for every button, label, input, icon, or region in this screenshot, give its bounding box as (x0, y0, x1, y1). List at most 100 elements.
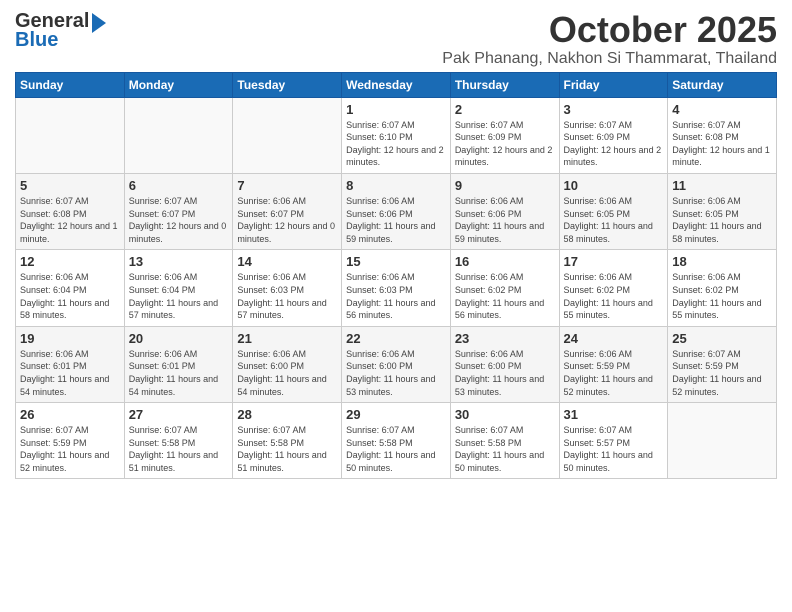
day-info: Sunrise: 6:07 AM Sunset: 5:59 PM Dayligh… (20, 424, 120, 474)
calendar-cell: 18Sunrise: 6:06 AM Sunset: 6:02 PM Dayli… (668, 250, 777, 326)
day-info: Sunrise: 6:06 AM Sunset: 6:01 PM Dayligh… (129, 348, 229, 398)
day-number: 31 (564, 407, 664, 422)
day-number: 17 (564, 254, 664, 269)
day-number: 9 (455, 178, 555, 193)
location-title: Pak Phanang, Nakhon Si Thammarat, Thaila… (442, 50, 777, 68)
day-info: Sunrise: 6:07 AM Sunset: 6:09 PM Dayligh… (564, 119, 664, 169)
calendar-week-5: 26 Sunrise: 6:07 AM Sunset: 5:59 PM Dayli… (16, 403, 777, 479)
day-info: Sunrise: 6:06 AM Sunset: 6:01 PM Dayligh… (20, 348, 120, 398)
day-info: Sunrise: 6:06 AM Sunset: 5:59 PM Dayligh… (564, 348, 664, 398)
calendar-cell: 21 Sunrise: 6:06 AM Sunset: 6:00 PM Dayli… (233, 326, 342, 402)
day-number: 20 (129, 331, 229, 346)
calendar-cell: 7Sunrise: 6:06 AM Sunset: 6:07 PM Daylig… (233, 173, 342, 249)
day-info: Sunrise: 6:06 AM Sunset: 6:00 PM Dayligh… (237, 348, 337, 398)
calendar-week-3: 12 Sunrise: 6:06 AM Sunset: 6:04 PM Dayli… (16, 250, 777, 326)
day-info: Sunrise: 6:06 AM Sunset: 6:02 PM Dayligh… (564, 271, 664, 321)
day-number: 29 (346, 407, 446, 422)
calendar-cell: 24 Sunrise: 6:06 AM Sunset: 5:59 PM Dayli… (559, 326, 668, 402)
logo-blue: Blue (15, 29, 58, 52)
calendar-cell: 13 Sunrise: 6:06 AM Sunset: 6:04 PM Dayli… (124, 250, 233, 326)
calendar-cell (233, 97, 342, 173)
day-info: Sunrise: 6:06 AM Sunset: 6:04 PM Dayligh… (129, 271, 229, 321)
day-number: 13 (129, 254, 229, 269)
day-info: Sunrise: 6:06 AM Sunset: 6:06 PM Dayligh… (346, 195, 446, 245)
month-title: October 2025 (442, 10, 777, 50)
calendar-cell (16, 97, 125, 173)
calendar-cell: 27 Sunrise: 6:07 AM Sunset: 5:58 PM Dayli… (124, 403, 233, 479)
day-number: 14 (237, 254, 337, 269)
calendar-cell: 31 Sunrise: 6:07 AM Sunset: 5:57 PM Dayli… (559, 403, 668, 479)
day-number: 4 (672, 102, 772, 117)
day-number: 21 (237, 331, 337, 346)
day-info: Sunrise: 6:07 AM Sunset: 6:10 PM Dayligh… (346, 119, 446, 169)
day-info: Sunrise: 6:07 AM Sunset: 5:58 PM Dayligh… (129, 424, 229, 474)
day-info: Sunrise: 6:07 AM Sunset: 5:57 PM Dayligh… (564, 424, 664, 474)
calendar-cell: 26 Sunrise: 6:07 AM Sunset: 5:59 PM Dayli… (16, 403, 125, 479)
calendar-cell: 2 Sunrise: 6:07 AM Sunset: 6:09 PM Daylig… (450, 97, 559, 173)
calendar-cell: 15 Sunrise: 6:06 AM Sunset: 6:03 PM Dayli… (342, 250, 451, 326)
day-number: 10 (564, 178, 664, 193)
day-number: 6 (129, 178, 229, 193)
page: General Blue October 2025 Pak Phanang, N… (0, 0, 792, 494)
day-info: Sunrise: 6:06 AM Sunset: 6:05 PM Dayligh… (564, 195, 664, 245)
calendar-cell: 3 Sunrise: 6:07 AM Sunset: 6:09 PM Daylig… (559, 97, 668, 173)
day-info: Sunrise: 6:06 AM Sunset: 6:04 PM Dayligh… (20, 271, 120, 321)
day-number: 26 (20, 407, 120, 422)
calendar-cell: 6Sunrise: 6:07 AM Sunset: 6:07 PM Daylig… (124, 173, 233, 249)
day-number: 19 (20, 331, 120, 346)
day-number: 15 (346, 254, 446, 269)
calendar-header-row: SundayMondayTuesdayWednesdayThursdayFrid… (16, 72, 777, 97)
calendar-cell: 30Sunrise: 6:07 AM Sunset: 5:58 PM Dayli… (450, 403, 559, 479)
day-number: 11 (672, 178, 772, 193)
day-info: Sunrise: 6:06 AM Sunset: 6:00 PM Dayligh… (455, 348, 555, 398)
logo: General Blue (15, 10, 106, 52)
day-info: Sunrise: 6:07 AM Sunset: 5:58 PM Dayligh… (237, 424, 337, 474)
calendar-header-saturday: Saturday (668, 72, 777, 97)
calendar-week-4: 19 Sunrise: 6:06 AM Sunset: 6:01 PM Dayli… (16, 326, 777, 402)
calendar: SundayMondayTuesdayWednesdayThursdayFrid… (15, 72, 777, 480)
calendar-cell: 17 Sunrise: 6:06 AM Sunset: 6:02 PM Dayli… (559, 250, 668, 326)
day-info: Sunrise: 6:06 AM Sunset: 6:03 PM Dayligh… (346, 271, 446, 321)
header: General Blue October 2025 Pak Phanang, N… (15, 10, 777, 68)
calendar-cell: 16 Sunrise: 6:06 AM Sunset: 6:02 PM Dayli… (450, 250, 559, 326)
calendar-cell: 19 Sunrise: 6:06 AM Sunset: 6:01 PM Dayli… (16, 326, 125, 402)
calendar-header-tuesday: Tuesday (233, 72, 342, 97)
day-info: Sunrise: 6:06 AM Sunset: 6:06 PM Dayligh… (455, 195, 555, 245)
day-info: Sunrise: 6:06 AM Sunset: 6:00 PM Dayligh… (346, 348, 446, 398)
calendar-week-1: 1 Sunrise: 6:07 AM Sunset: 6:10 PM Daylig… (16, 97, 777, 173)
calendar-header-sunday: Sunday (16, 72, 125, 97)
calendar-header-wednesday: Wednesday (342, 72, 451, 97)
logo-triangle (92, 13, 106, 33)
day-number: 28 (237, 407, 337, 422)
day-number: 1 (346, 102, 446, 117)
day-number: 22 (346, 331, 446, 346)
day-info: Sunrise: 6:06 AM Sunset: 6:02 PM Dayligh… (455, 271, 555, 321)
calendar-cell: 12 Sunrise: 6:06 AM Sunset: 6:04 PM Dayli… (16, 250, 125, 326)
day-info: Sunrise: 6:07 AM Sunset: 5:58 PM Dayligh… (455, 424, 555, 474)
day-info: Sunrise: 6:07 AM Sunset: 5:59 PM Dayligh… (672, 348, 772, 398)
day-info: Sunrise: 6:07 AM Sunset: 6:09 PM Dayligh… (455, 119, 555, 169)
calendar-cell: 29 Sunrise: 6:07 AM Sunset: 5:58 PM Dayli… (342, 403, 451, 479)
calendar-cell: 11Sunrise: 6:06 AM Sunset: 6:05 PM Dayli… (668, 173, 777, 249)
day-info: Sunrise: 6:07 AM Sunset: 5:58 PM Dayligh… (346, 424, 446, 474)
day-info: Sunrise: 6:06 AM Sunset: 6:03 PM Dayligh… (237, 271, 337, 321)
day-number: 18 (672, 254, 772, 269)
day-info: Sunrise: 6:07 AM Sunset: 6:08 PM Dayligh… (672, 119, 772, 169)
calendar-cell: 4 Sunrise: 6:07 AM Sunset: 6:08 PM Daylig… (668, 97, 777, 173)
calendar-week-2: 5 Sunrise: 6:07 AM Sunset: 6:08 PM Daylig… (16, 173, 777, 249)
calendar-cell: 23 Sunrise: 6:06 AM Sunset: 6:00 PM Dayli… (450, 326, 559, 402)
day-number: 25 (672, 331, 772, 346)
day-info: Sunrise: 6:07 AM Sunset: 6:08 PM Dayligh… (20, 195, 120, 245)
day-number: 5 (20, 178, 120, 193)
calendar-cell: 1 Sunrise: 6:07 AM Sunset: 6:10 PM Daylig… (342, 97, 451, 173)
day-number: 16 (455, 254, 555, 269)
day-number: 3 (564, 102, 664, 117)
day-number: 24 (564, 331, 664, 346)
calendar-cell: 25 Sunrise: 6:07 AM Sunset: 5:59 PM Dayli… (668, 326, 777, 402)
calendar-cell: 20 Sunrise: 6:06 AM Sunset: 6:01 PM Dayli… (124, 326, 233, 402)
day-number: 27 (129, 407, 229, 422)
day-number: 23 (455, 331, 555, 346)
calendar-cell: 8Sunrise: 6:06 AM Sunset: 6:06 PM Daylig… (342, 173, 451, 249)
day-number: 12 (20, 254, 120, 269)
day-number: 2 (455, 102, 555, 117)
